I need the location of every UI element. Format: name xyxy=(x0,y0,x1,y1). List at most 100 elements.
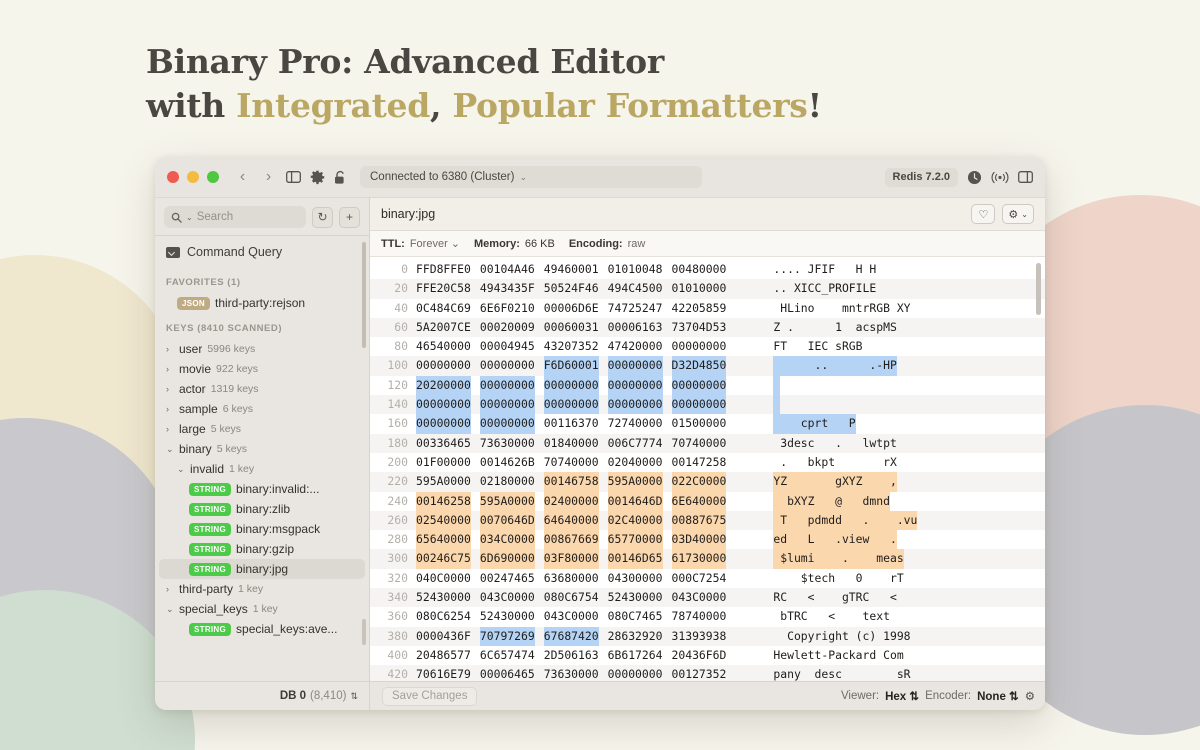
hex-ascii-column[interactable]: $tech 0 rT xyxy=(773,569,1045,588)
hex-cell[interactable]: 28632920 xyxy=(608,627,663,646)
chevron-down-icon[interactable]: ⌄ xyxy=(177,464,185,475)
hex-cell[interactable]: 000C7254 xyxy=(672,569,727,588)
hex-ascii-column[interactable]: bTRC < text xyxy=(773,607,1045,626)
hex-row[interactable]: 20FFE20C584943435F50524F46494C4500010100… xyxy=(370,279,1045,298)
chevron-down-icon[interactable]: ⌄ xyxy=(166,444,174,455)
hex-viewer[interactable]: 0FFD8FFE000104A4649460001010100480048000… xyxy=(370,257,1045,681)
hex-cell[interactable]: 0014626B xyxy=(480,453,535,472)
hex-cell[interactable]: 595A0000 xyxy=(608,472,663,491)
hex-ascii-column[interactable]: . bkpt rX xyxy=(773,453,1045,472)
hex-cell[interactable]: 65770000 xyxy=(608,530,663,549)
clock-icon[interactable] xyxy=(967,170,982,185)
hex-row[interactable]: 360080C625452430000043C0000080C746578740… xyxy=(370,607,1045,626)
unlock-icon[interactable] xyxy=(334,170,347,185)
hex-cell[interactable]: 494C4500 xyxy=(608,279,663,298)
save-changes-button[interactable]: Save Changes xyxy=(382,687,477,706)
search-scope-chevron-icon[interactable]: ⌄ xyxy=(186,213,193,222)
hex-cell[interactable]: 2D506163 xyxy=(544,646,599,665)
hex-row[interactable]: 1000000000000000000F6D6000100000000D32D4… xyxy=(370,356,1045,375)
hex-cell[interactable]: 0000436F xyxy=(416,627,471,646)
favorite-item-rejson[interactable]: JSON third-party:rejson xyxy=(155,293,369,313)
hex-row[interactable]: 1400000000000000000000000000000000000000… xyxy=(370,395,1045,414)
chevron-right-icon[interactable]: › xyxy=(166,584,174,594)
hex-cell[interactable]: 00006163 xyxy=(608,318,663,337)
hex-cell[interactable]: 31393938 xyxy=(672,627,727,646)
hex-cell[interactable]: 49460001 xyxy=(544,260,599,279)
tree-group-third-party[interactable]: ›third-party1 key xyxy=(155,579,369,599)
tree-key-binary-msgpack[interactable]: STRINGbinary:msgpack xyxy=(155,519,369,539)
hex-cell[interactable]: 00000000 xyxy=(608,356,663,375)
hex-cell[interactable]: 00246C75 xyxy=(416,549,471,568)
tree-group-invalid[interactable]: ⌄invalid1 key xyxy=(155,459,369,479)
hex-cell[interactable]: 00247465 xyxy=(480,569,535,588)
hex-cell[interactable]: 01840000 xyxy=(544,434,599,453)
hex-cell[interactable]: D32D4850 xyxy=(672,356,727,375)
tree-group-binary[interactable]: ⌄binary5 keys xyxy=(155,439,369,459)
hex-row[interactable]: 320040C0000002474656368000004300000000C7… xyxy=(370,569,1045,588)
hex-cell[interactable]: 78740000 xyxy=(672,607,727,626)
hex-cell[interactable]: 72740000 xyxy=(608,414,663,433)
hex-cell[interactable]: 64640000 xyxy=(544,511,599,530)
hex-cell[interactable]: 74725247 xyxy=(608,299,663,318)
hex-cell[interactable]: 5A2007CE xyxy=(416,318,471,337)
hex-row[interactable]: 42070616E7900006465736300000000000000127… xyxy=(370,665,1045,681)
chevron-right-icon[interactable]: › xyxy=(166,384,174,394)
hex-ascii-column[interactable]: 3desc . lwtpt xyxy=(773,434,1045,453)
hex-cell[interactable]: 00006465 xyxy=(480,665,535,681)
hex-cell[interactable]: 6E640000 xyxy=(672,492,727,511)
tree-group-movie[interactable]: ›movie922 keys xyxy=(155,359,369,379)
hex-cell[interactable]: 70740000 xyxy=(672,434,727,453)
tree-key-binary-zlib[interactable]: STRINGbinary:zlib xyxy=(155,499,369,519)
hex-cell[interactable]: 080C6754 xyxy=(544,588,599,607)
hex-cell[interactable]: 67687420 xyxy=(544,627,599,646)
hex-ascii-column[interactable]: YZ gXYZ , xyxy=(773,472,1045,491)
hex-cell[interactable]: 00000000 xyxy=(480,414,535,433)
close-window-button[interactable] xyxy=(167,171,179,183)
hex-ascii-column[interactable]: Copyright (c) 1998 xyxy=(773,627,1045,646)
hex-ascii-column[interactable]: Z . 1 acspMS xyxy=(773,318,1045,337)
hex-cell[interactable]: 01F00000 xyxy=(416,453,471,472)
hex-cell[interactable]: 73630000 xyxy=(480,434,535,453)
hex-cell[interactable]: 00000000 xyxy=(416,414,471,433)
refresh-button[interactable]: ↻ xyxy=(312,207,333,228)
hex-cell[interactable]: 00000000 xyxy=(608,395,663,414)
hex-cell[interactable]: F6D60001 xyxy=(544,356,599,375)
hex-cell[interactable]: 02040000 xyxy=(608,453,663,472)
hex-cell[interactable]: 00000000 xyxy=(416,395,471,414)
hex-cell[interactable]: FFE20C58 xyxy=(416,279,471,298)
sidebar-toggle-icon[interactable] xyxy=(286,171,301,183)
hex-cell[interactable]: 040C0000 xyxy=(416,569,471,588)
hex-cell[interactable]: 73630000 xyxy=(544,665,599,681)
hex-row[interactable]: 20001F000000014626B707400000204000000147… xyxy=(370,453,1045,472)
chevron-right-icon[interactable]: › xyxy=(166,364,174,374)
back-button[interactable]: ‹ xyxy=(234,169,251,185)
hex-cell[interactable]: 00000000 xyxy=(672,337,727,356)
hex-row[interactable]: 1600000000000000000001163707274000001500… xyxy=(370,414,1045,433)
tree-key-binary-jpg[interactable]: STRINGbinary:jpg xyxy=(159,559,365,579)
hex-cell[interactable]: 00000000 xyxy=(608,665,663,681)
hex-ascii-column[interactable]: bXYZ @ dmnd xyxy=(773,492,1045,511)
key-settings-button[interactable]: ⚙ ⌄ xyxy=(1002,204,1034,224)
hex-cell[interactable]: 02180000 xyxy=(480,472,535,491)
hex-cell[interactable]: 04300000 xyxy=(608,569,663,588)
sidebar-scroll-area[interactable]: Command Query FAVORITES (1) JSON third-p… xyxy=(155,236,369,681)
hex-cell[interactable]: 080C7465 xyxy=(608,607,663,626)
hex-row[interactable]: 605A2007CE00020009000600310000616373704D… xyxy=(370,318,1045,337)
database-selector[interactable]: DB 0 (8,410) ⇅ xyxy=(155,682,370,710)
hex-cell[interactable]: 00006D6E xyxy=(544,299,599,318)
hex-cell[interactable]: 00000000 xyxy=(416,356,471,375)
hex-cell[interactable]: 043C0000 xyxy=(544,607,599,626)
right-panel-icon[interactable] xyxy=(1018,171,1033,183)
hex-ascii-column[interactable]: Hewlett-Packard Com xyxy=(773,646,1045,665)
hex-cell[interactable]: 50524F46 xyxy=(544,279,599,298)
hex-cell[interactable]: 43207352 xyxy=(544,337,599,356)
hex-row[interactable]: 8046540000000049454320735247420000000000… xyxy=(370,337,1045,356)
tree-key-special-keys-ave[interactable]: STRINGspecial_keys:ave... xyxy=(155,619,369,639)
favorite-button[interactable]: ♡ xyxy=(971,204,995,224)
hex-cell[interactable]: 080C6254 xyxy=(416,607,471,626)
hex-cell[interactable]: 70616E79 xyxy=(416,665,471,681)
hex-ascii-column[interactable]: RC < gTRC < xyxy=(773,588,1045,607)
hex-row[interactable]: 180003364657363000001840000006C777470740… xyxy=(370,434,1045,453)
hex-row[interactable]: 260025400000070646D6464000002C4000000887… xyxy=(370,511,1045,530)
hex-cell[interactable]: 02540000 xyxy=(416,511,471,530)
